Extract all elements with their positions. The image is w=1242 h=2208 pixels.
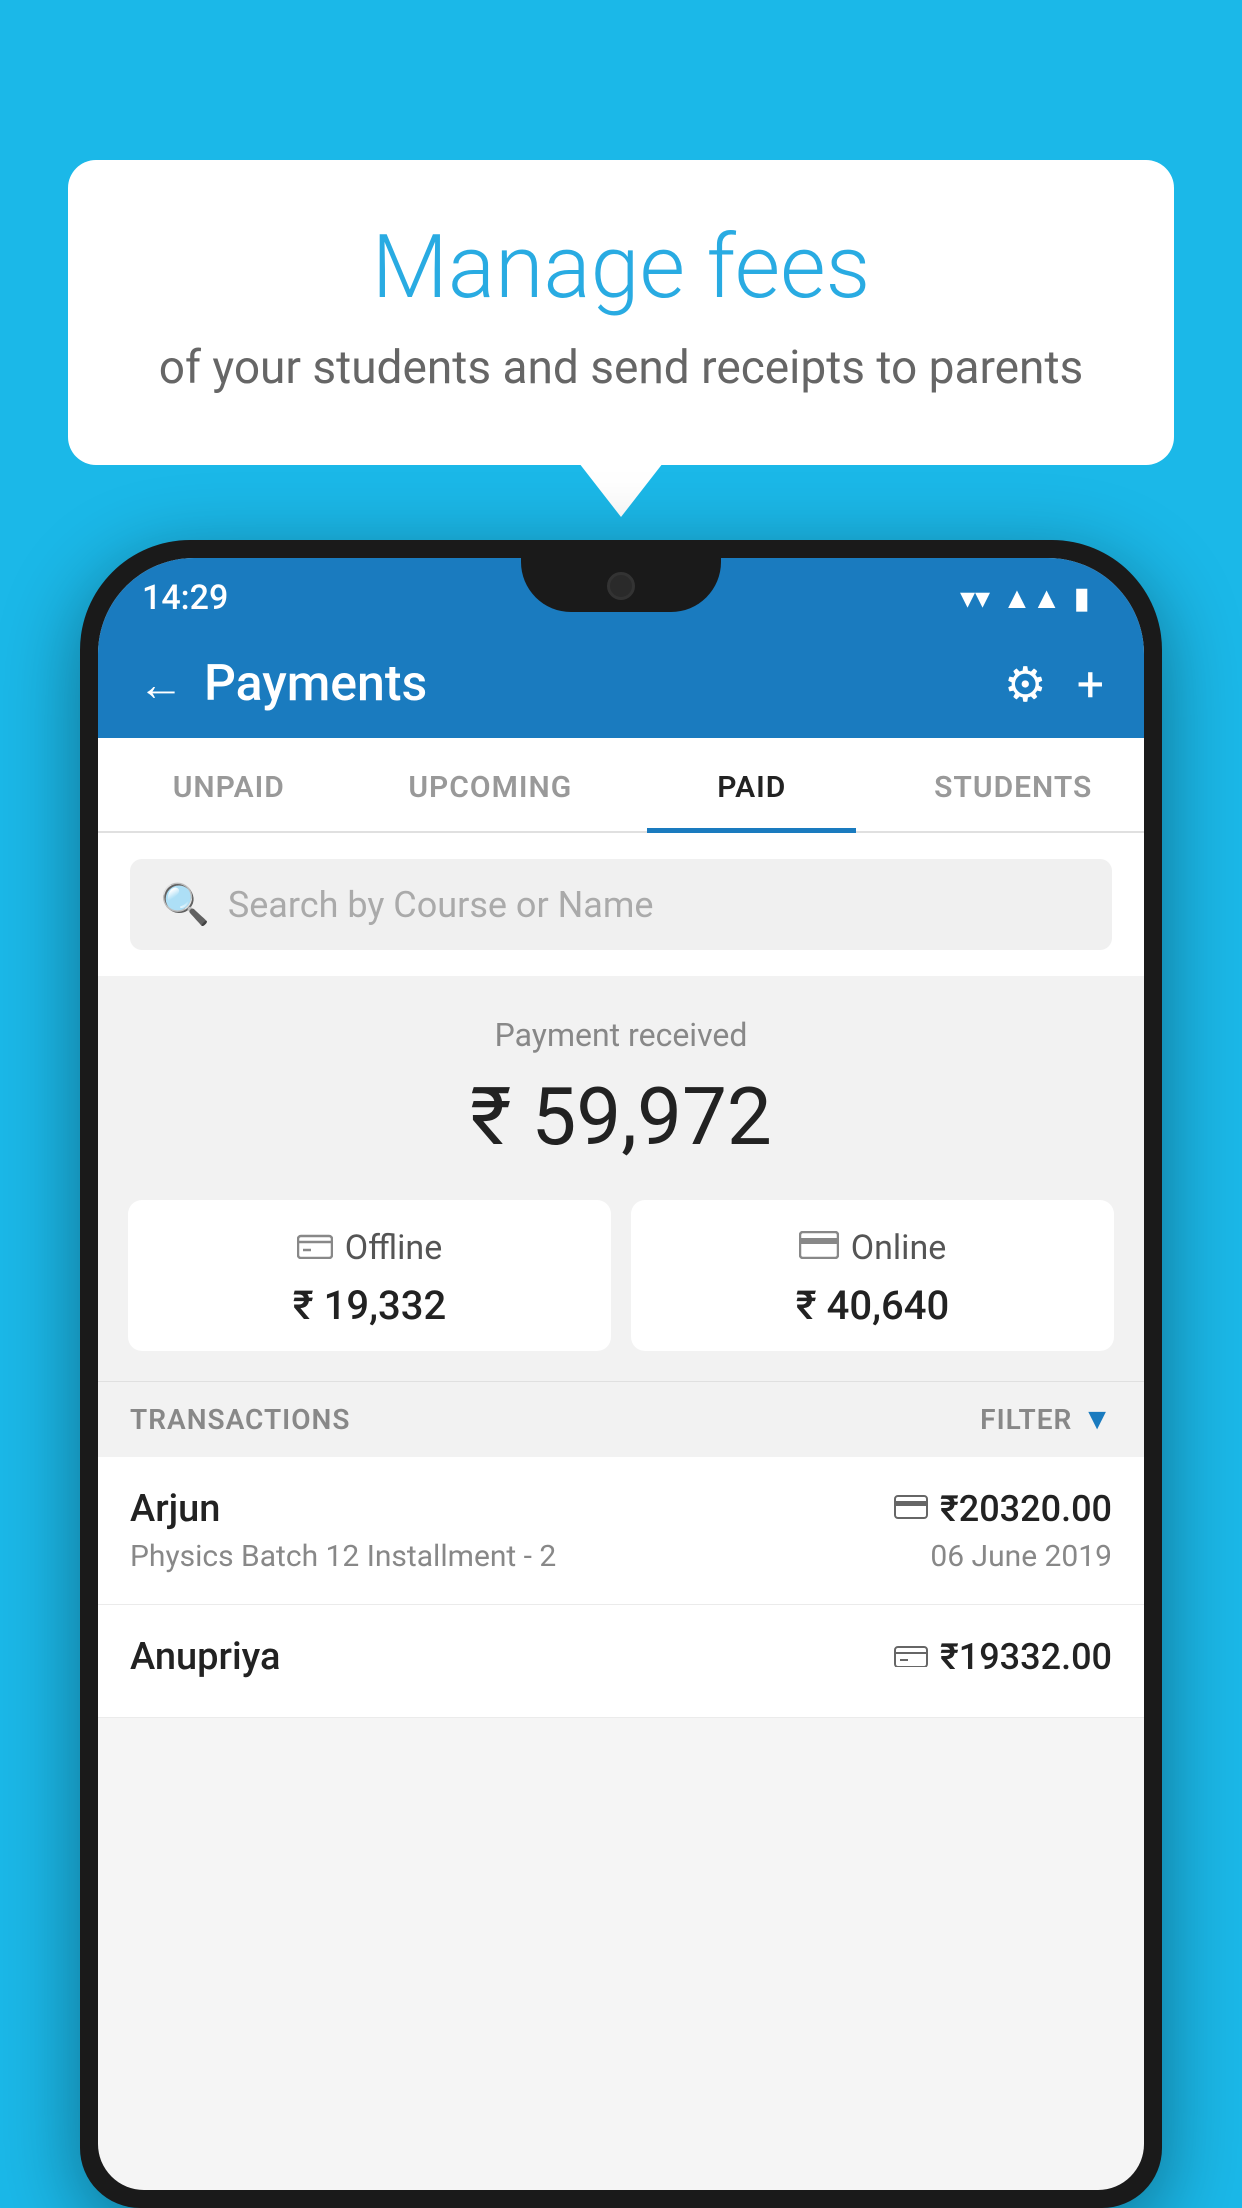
payment-breakdown: Offline ₹ 19,332 Online bbox=[128, 1200, 1114, 1351]
transaction-amount-container: ₹20320.00 bbox=[894, 1488, 1112, 1530]
filter-container[interactable]: FILTER ▼ bbox=[980, 1402, 1112, 1437]
transaction-course: Physics Batch 12 Installment - 2 bbox=[130, 1539, 556, 1574]
signal-icon: ▲▲ bbox=[1002, 581, 1061, 616]
transaction-bottom: Physics Batch 12 Installment - 2 06 June… bbox=[130, 1539, 1112, 1574]
gear-icon[interactable]: ⚙ bbox=[1004, 656, 1047, 713]
transaction-top: Arjun ₹20320.00 bbox=[130, 1487, 1112, 1531]
phone-frame: 14:29 ▾▾ ▲▲ ▮ ← Payments ⚙ + bbox=[80, 540, 1162, 2208]
transaction-amount-container: ₹19332.00 bbox=[894, 1636, 1112, 1678]
transaction-name: Arjun bbox=[130, 1487, 220, 1531]
search-icon: 🔍 bbox=[160, 881, 210, 928]
phone-camera bbox=[607, 572, 635, 600]
status-time: 14:29 bbox=[142, 578, 228, 618]
wifi-icon: ▾▾ bbox=[960, 581, 990, 616]
speech-bubble-container: Manage fees of your students and send re… bbox=[68, 160, 1174, 465]
header-left: ← Payments bbox=[138, 655, 427, 713]
online-payment-icon bbox=[894, 1492, 928, 1527]
payment-received-total: ₹ 59,972 bbox=[128, 1070, 1114, 1164]
app-header: ← Payments ⚙ + bbox=[98, 630, 1144, 738]
tab-upcoming[interactable]: UPCOMING bbox=[360, 738, 622, 831]
phone-notch bbox=[521, 558, 721, 612]
filter-label: FILTER bbox=[980, 1403, 1072, 1436]
online-payment-card: Online ₹ 40,640 bbox=[631, 1200, 1114, 1351]
offline-amount: ₹ 19,332 bbox=[148, 1282, 591, 1329]
transaction-name: Anupriya bbox=[130, 1635, 280, 1679]
offline-payment-card: Offline ₹ 19,332 bbox=[128, 1200, 611, 1351]
offline-card-header: Offline bbox=[148, 1228, 591, 1268]
online-card-header: Online bbox=[651, 1228, 1094, 1268]
header-title: Payments bbox=[204, 655, 427, 713]
online-icon bbox=[799, 1228, 839, 1268]
transactions-header: TRANSACTIONS FILTER ▼ bbox=[98, 1381, 1144, 1457]
tab-students[interactable]: STUDENTS bbox=[883, 738, 1145, 831]
speech-bubble: Manage fees of your students and send re… bbox=[68, 160, 1174, 465]
transaction-amount: ₹20320.00 bbox=[940, 1488, 1112, 1530]
transaction-date: 06 June 2019 bbox=[930, 1539, 1112, 1574]
online-type-label: Online bbox=[851, 1228, 947, 1268]
payment-received-label: Payment received bbox=[128, 1016, 1114, 1054]
payment-received-section: Payment received ₹ 59,972 bbox=[98, 976, 1144, 1381]
table-row[interactable]: Arjun ₹20320.00 Physics Batch 12 Install… bbox=[98, 1457, 1144, 1605]
offline-icon bbox=[297, 1228, 333, 1268]
search-container: 🔍 Search by Course or Name bbox=[98, 833, 1144, 976]
offline-payment-icon bbox=[894, 1640, 928, 1675]
online-amount: ₹ 40,640 bbox=[651, 1282, 1094, 1329]
battery-icon: ▮ bbox=[1073, 581, 1090, 616]
filter-icon: ▼ bbox=[1082, 1402, 1112, 1437]
back-button[interactable]: ← bbox=[138, 657, 184, 712]
transaction-amount: ₹19332.00 bbox=[940, 1636, 1112, 1678]
tab-unpaid[interactable]: UNPAID bbox=[98, 738, 360, 831]
phone-inner: 14:29 ▾▾ ▲▲ ▮ ← Payments ⚙ + bbox=[98, 558, 1144, 2190]
table-row[interactable]: Anupriya ₹19332.00 bbox=[98, 1605, 1144, 1718]
plus-icon[interactable]: + bbox=[1077, 656, 1104, 713]
tab-paid[interactable]: PAID bbox=[621, 738, 883, 831]
search-box[interactable]: 🔍 Search by Course or Name bbox=[130, 859, 1112, 950]
transactions-label: TRANSACTIONS bbox=[130, 1403, 350, 1436]
header-right: ⚙ + bbox=[1004, 656, 1104, 713]
transaction-top: Anupriya ₹19332.00 bbox=[130, 1635, 1112, 1679]
manage-fees-subtitle: of your students and send receipts to pa… bbox=[148, 341, 1094, 395]
manage-fees-title: Manage fees bbox=[148, 220, 1094, 317]
status-icons: ▾▾ ▲▲ ▮ bbox=[960, 581, 1090, 616]
offline-type-label: Offline bbox=[345, 1228, 442, 1268]
tabs-container: UNPAID UPCOMING PAID STUDENTS bbox=[98, 738, 1144, 833]
search-placeholder-text: Search by Course or Name bbox=[228, 884, 654, 926]
